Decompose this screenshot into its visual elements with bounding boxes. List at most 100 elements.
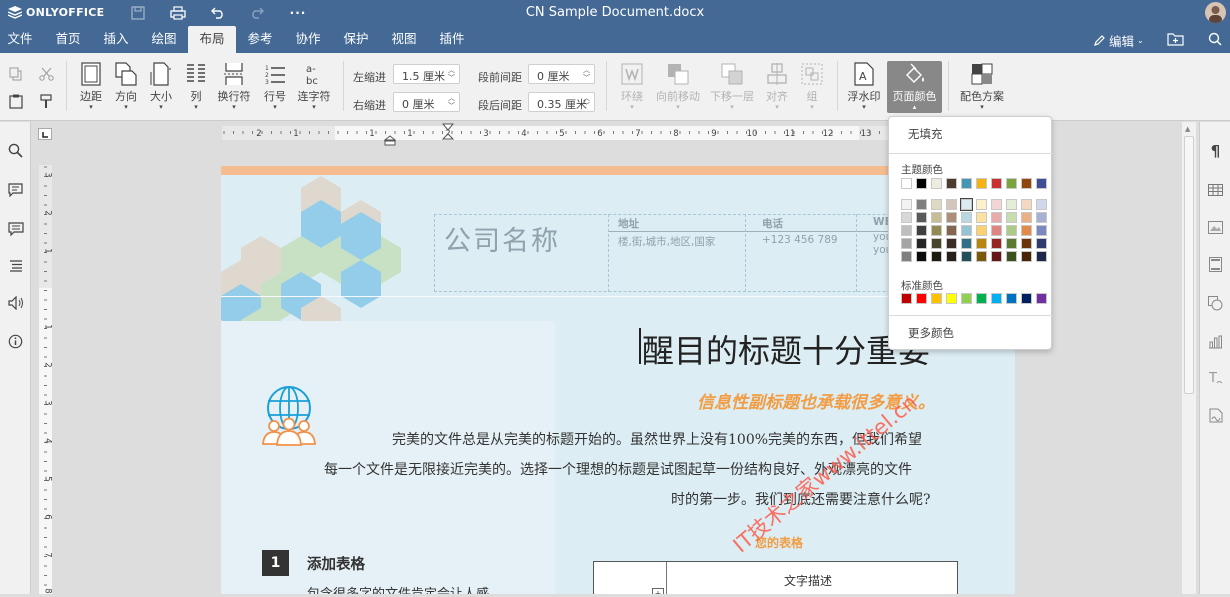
tab-collaboration[interactable]: 协作 — [284, 26, 332, 53]
header-footer-settings-icon[interactable] — [1206, 255, 1225, 274]
color-swatch[interactable] — [901, 238, 912, 249]
color-swatch[interactable] — [901, 178, 912, 189]
vertical-scrollbar[interactable]: ▲ — [1182, 122, 1196, 594]
color-swatch[interactable] — [901, 212, 912, 223]
signature-settings-icon[interactable] — [1206, 406, 1225, 425]
color-swatch[interactable] — [931, 178, 942, 189]
tab-references[interactable]: 参考 — [236, 26, 284, 53]
spinner-arrows-icon[interactable]: ︿ ﹀ — [448, 66, 455, 82]
color-swatch[interactable] — [946, 199, 957, 210]
color-swatch[interactable] — [1006, 199, 1017, 210]
color-swatch[interactable] — [1021, 238, 1032, 249]
text-art-settings-icon[interactable]: T — [1206, 368, 1225, 387]
color-swatch[interactable] — [931, 238, 942, 249]
copy-icon[interactable] — [6, 64, 26, 84]
open-location-icon[interactable] — [1167, 32, 1184, 49]
color-swatch[interactable] — [901, 251, 912, 262]
tab-plugins[interactable]: 插件 — [428, 26, 476, 53]
color-swatch[interactable] — [1006, 293, 1017, 304]
color-swatch[interactable] — [1036, 212, 1047, 223]
align-button[interactable]: 对齐 ▾ — [757, 61, 797, 111]
chat-icon[interactable] — [6, 219, 25, 238]
bring-forward-button[interactable]: 向前移动 ▾ — [655, 61, 701, 111]
paragraph-settings-icon[interactable]: ¶ — [1206, 141, 1225, 160]
info-icon[interactable] — [6, 332, 25, 351]
color-swatch[interactable] — [1006, 251, 1017, 262]
spacing-after-input[interactable]: 0.35 厘米 ︿ ﹀ — [528, 92, 595, 112]
color-swatch[interactable] — [901, 225, 912, 236]
color-swatch[interactable] — [961, 251, 972, 262]
color-swatch[interactable] — [916, 238, 927, 249]
color-swatch[interactable] — [931, 199, 942, 210]
table-move-handle[interactable]: + — [652, 588, 664, 594]
color-swatch[interactable] — [1006, 212, 1017, 223]
color-swatch[interactable] — [916, 212, 927, 223]
speaker-icon[interactable] — [6, 293, 25, 312]
scrollbar-thumb[interactable] — [1184, 136, 1194, 394]
tab-protection[interactable]: 保护 — [332, 26, 380, 53]
color-swatch[interactable] — [961, 238, 972, 249]
color-swatch[interactable] — [916, 199, 927, 210]
color-swatch[interactable] — [991, 178, 1002, 189]
spinner-arrows-icon[interactable]: ︿ ﹀ — [448, 94, 455, 110]
color-swatch[interactable] — [946, 178, 957, 189]
spinner-arrows-icon[interactable]: ︿ ﹀ — [583, 66, 590, 82]
line-numbers-button[interactable]: 123 行号 ▾ — [255, 61, 295, 111]
save-icon[interactable] — [127, 3, 149, 23]
more-colors-item[interactable]: 更多颜色 — [889, 321, 1053, 345]
color-swatch[interactable] — [1006, 238, 1017, 249]
indent-left-input[interactable]: 1.5 厘米 ︿ ﹀ — [393, 64, 460, 84]
columns-button[interactable]: 列 ▾ — [176, 61, 216, 111]
shape-settings-icon[interactable] — [1206, 294, 1225, 313]
orientation-button[interactable]: 方向 ▾ — [106, 61, 146, 111]
tab-file[interactable]: 文件 — [0, 26, 40, 53]
color-swatch[interactable] — [1021, 212, 1032, 223]
color-swatch[interactable] — [961, 293, 972, 304]
chart-settings-icon[interactable] — [1206, 332, 1225, 351]
margins-button[interactable]: 边距 ▾ — [71, 61, 111, 111]
send-backward-button[interactable]: 下移一层 ▾ — [709, 61, 755, 111]
color-swatch[interactable] — [916, 251, 927, 262]
tab-layout[interactable]: 布局 — [188, 26, 236, 53]
find-icon[interactable] — [6, 141, 25, 160]
color-swatch[interactable] — [931, 225, 942, 236]
color-swatch[interactable] — [1021, 199, 1032, 210]
color-swatch[interactable] — [991, 251, 1002, 262]
color-swatch[interactable] — [931, 251, 942, 262]
color-swatch[interactable] — [1006, 178, 1017, 189]
color-swatch[interactable] — [961, 212, 972, 223]
color-swatch[interactable] — [976, 225, 987, 236]
avatar[interactable] — [1205, 2, 1226, 23]
spinner-arrows-icon[interactable]: ︿ ﹀ — [583, 94, 590, 110]
color-swatch[interactable] — [991, 238, 1002, 249]
size-button[interactable]: 大小 ▾ — [141, 61, 181, 111]
color-swatch[interactable] — [960, 198, 973, 211]
more-icon[interactable]: ··· — [287, 3, 309, 23]
color-swatch[interactable] — [931, 212, 942, 223]
color-swatch[interactable] — [901, 199, 912, 210]
color-swatch[interactable] — [1036, 293, 1047, 304]
tab-insert[interactable]: 插入 — [92, 26, 140, 53]
color-swatch[interactable] — [946, 212, 957, 223]
color-swatch[interactable] — [946, 251, 957, 262]
tab-stop-selector[interactable] — [38, 128, 52, 140]
color-swatch[interactable] — [976, 251, 987, 262]
tab-draw[interactable]: 绘图 — [140, 26, 188, 53]
color-swatch[interactable] — [961, 225, 972, 236]
color-swatch[interactable] — [976, 293, 987, 304]
tab-view[interactable]: 视图 — [380, 26, 428, 53]
left-indent-marker[interactable] — [384, 135, 396, 146]
hyphenation-button[interactable]: a-bc 连字符 ▾ — [294, 61, 334, 111]
search-icon[interactable] — [1208, 32, 1222, 49]
undo-icon[interactable] — [207, 3, 229, 23]
indent-markers[interactable] — [441, 123, 455, 145]
color-swatch[interactable] — [946, 293, 957, 304]
cut-icon[interactable] — [36, 64, 56, 84]
color-swatch[interactable] — [1036, 238, 1047, 249]
edit-mode-button[interactable]: 编辑 ⌄ — [1093, 31, 1144, 50]
paste-icon[interactable] — [6, 91, 26, 111]
comments-icon[interactable] — [6, 180, 25, 199]
color-swatch[interactable] — [1021, 178, 1032, 189]
spacing-before-input[interactable]: 0 厘米 ︿ ﹀ — [528, 64, 595, 84]
color-swatch[interactable] — [976, 238, 987, 249]
